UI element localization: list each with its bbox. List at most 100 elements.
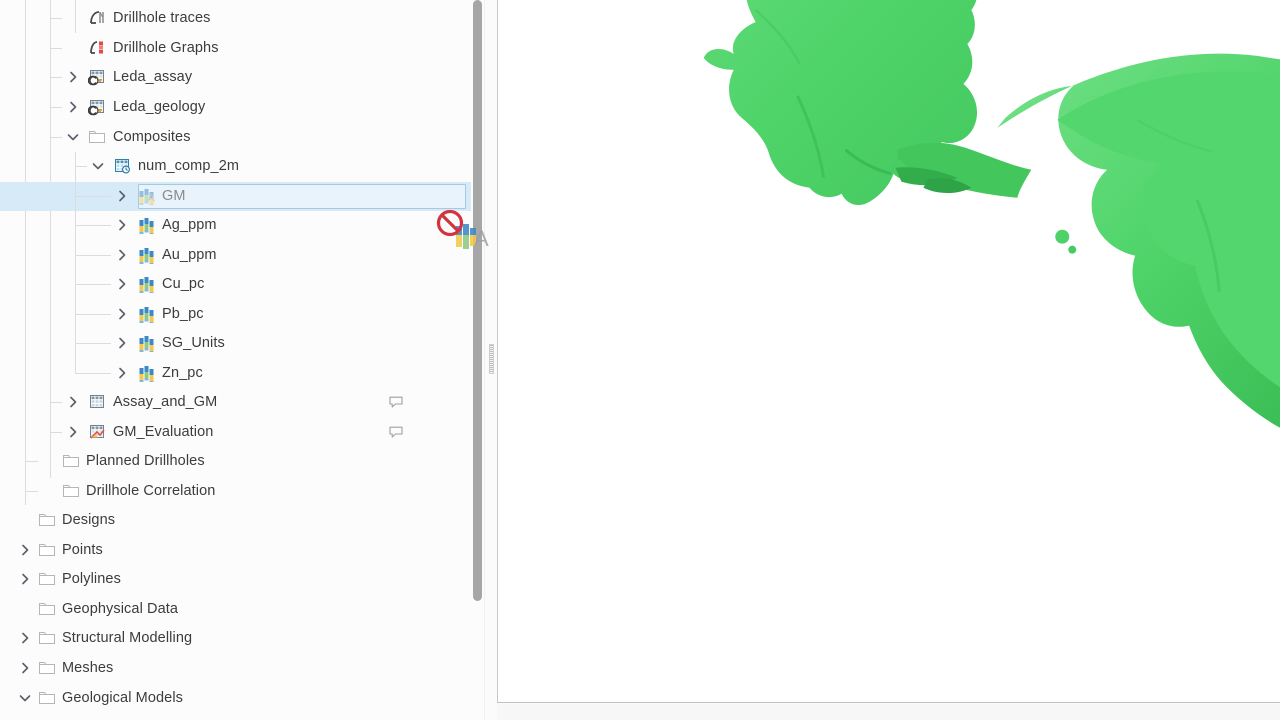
tree-node-label: GM_Evaluation	[113, 424, 214, 440]
tree-node-composites[interactable]: Composites	[0, 123, 472, 152]
chevron-right-icon[interactable]	[113, 364, 131, 382]
tree-node-label: Ag_ppm	[162, 217, 217, 233]
tree-node-au-ppm[interactable]: Au_ppm	[0, 241, 472, 270]
chevron-down-icon[interactable]	[16, 689, 34, 707]
tree-node-planned-drillholes[interactable]: Planned Drillholes	[0, 447, 472, 476]
chevron-right-icon[interactable]	[113, 305, 131, 323]
project-tree-panel: Drillhole traces Drillhole Graphs Leda_ass…	[0, 0, 484, 720]
tree-node-label: Drillhole Correlation	[86, 483, 216, 499]
chevron-right-icon[interactable]	[113, 246, 131, 264]
column-numeric-icon	[137, 216, 157, 234]
tree-branch-connector	[50, 137, 62, 138]
tree-node-label: Assay_and_GM	[113, 394, 218, 410]
tree-node-sg-units[interactable]: SG_Units	[0, 329, 472, 358]
folder-icon	[38, 511, 58, 529]
tree-node-label: num_comp_2m	[138, 158, 240, 174]
tree-node-label: Geological Models	[62, 690, 183, 706]
chevron-right-icon[interactable]	[16, 541, 34, 559]
folder-icon	[38, 541, 58, 559]
tree-node-leda-assay[interactable]: Leda_assay	[0, 63, 472, 92]
tree-node-cu-pc[interactable]: Cu_pc	[0, 270, 472, 299]
tree-node-label: Leda_geology	[113, 99, 206, 115]
tree-branch-connector	[50, 48, 62, 49]
chevron-right-icon[interactable]	[113, 334, 131, 352]
tree-branch-connector	[25, 461, 38, 462]
chevron-right-icon[interactable]	[113, 216, 131, 234]
tree-branch-connector	[50, 18, 62, 19]
folder-icon	[88, 128, 108, 146]
chevron-right-icon[interactable]	[16, 659, 34, 677]
tree-node-label: Drillhole traces	[113, 10, 211, 26]
tree-node-geological-models[interactable]: Geological Models	[0, 684, 472, 713]
tree-branch-connector	[25, 491, 38, 492]
tree-node-leda-geology[interactable]: Leda_geology	[0, 93, 472, 122]
tree-node-label: Polylines	[62, 571, 121, 587]
drillhole-traces-icon	[88, 9, 108, 27]
column-numeric-icon	[137, 305, 157, 323]
tree-node-drillhole-correlation[interactable]: Drillhole Correlation	[0, 477, 472, 506]
folder-icon	[38, 659, 58, 677]
comment-bubble-icon[interactable]	[388, 424, 404, 440]
folder-icon	[38, 570, 58, 588]
tree-node-num-comp-2m[interactable]: num_comp_2m	[0, 152, 472, 181]
tree-node-label: Cu_pc	[162, 276, 205, 292]
tree-node-drillhole-graphs[interactable]: Drillhole Graphs	[0, 34, 472, 63]
tree-node-drillhole-traces[interactable]: Drillhole traces	[0, 4, 472, 33]
chevron-right-icon[interactable]	[113, 187, 131, 205]
tree-node-points[interactable]: Points	[0, 536, 472, 565]
tree-node-label: Designs	[62, 512, 116, 528]
chevron-down-icon[interactable]	[64, 128, 82, 146]
chevron-down-icon[interactable]	[89, 157, 107, 175]
tree-scrollbar-thumb[interactable]	[473, 0, 482, 601]
tree-vertical-scrollbar[interactable]	[471, 0, 484, 720]
chevron-right-icon[interactable]	[64, 68, 82, 86]
folder-icon	[38, 689, 58, 707]
column-numeric-icon	[137, 275, 157, 293]
column-numeric-icon	[137, 246, 157, 264]
tree-node-label: SG_Units	[162, 335, 225, 351]
folder-icon	[38, 629, 58, 647]
folder-icon	[38, 600, 58, 618]
tree-node-polylines[interactable]: Polylines	[0, 565, 472, 594]
panel-splitter[interactable]	[484, 0, 497, 720]
tree-node-gm-evaluation[interactable]: GM_Evaluation	[0, 418, 472, 447]
chevron-right-icon[interactable]	[64, 98, 82, 116]
project-tree-scroll-area[interactable]: Drillhole traces Drillhole Graphs Leda_ass…	[0, 0, 472, 720]
tree-node-label: Zn_pc	[162, 365, 203, 381]
table-assay-icon	[88, 68, 108, 86]
tree-node-assay-and-gm[interactable]: Assay_and_GM	[0, 388, 472, 417]
tree-node-structural-modelling[interactable]: Structural Modelling	[0, 624, 472, 653]
tree-node-pb-pc[interactable]: Pb_pc	[0, 300, 472, 329]
tree-node-label: Composites	[113, 129, 191, 145]
splitter-grip-handle[interactable]	[489, 344, 494, 374]
chevron-right-icon[interactable]	[16, 629, 34, 647]
table-assay-icon	[88, 98, 108, 116]
viewport-bottom-strip	[497, 704, 1280, 720]
tree-node-meshes[interactable]: Meshes	[0, 654, 472, 683]
tree-branch-connector	[75, 373, 111, 374]
chevron-right-icon[interactable]	[113, 275, 131, 293]
tree-node-designs[interactable]: Designs	[0, 506, 472, 535]
geological-model-mesh[interactable]	[498, 0, 1280, 702]
tree-branch-connector	[75, 196, 111, 197]
column-numeric-icon	[137, 364, 157, 382]
mesh-lobe-right-hilite	[1057, 71, 1280, 388]
tree-branch-connector	[50, 107, 62, 108]
folder-icon	[62, 482, 82, 500]
tree-node-label: Structural Modelling	[62, 630, 193, 646]
scene-3d-viewport[interactable]	[497, 0, 1280, 703]
comment-bubble-icon[interactable]	[388, 394, 404, 410]
chevron-right-icon[interactable]	[64, 423, 82, 441]
tree-node-label: Drillhole Graphs	[113, 40, 219, 56]
chevron-right-icon[interactable]	[64, 393, 82, 411]
tree-branch-connector	[75, 314, 111, 315]
tree-branch-connector	[75, 166, 87, 167]
tree-node-label: Planned Drillholes	[86, 453, 205, 469]
chevron-right-icon[interactable]	[16, 570, 34, 588]
tree-node-zn-pc[interactable]: Zn_pc	[0, 359, 472, 388]
tree-node-geophysical-data[interactable]: Geophysical Data	[0, 595, 472, 624]
tree-branch-connector	[75, 343, 111, 344]
tree-branch-connector	[75, 225, 111, 226]
tree-node-ag-ppm[interactable]: Ag_ppm	[0, 211, 472, 240]
tree-branch-connector	[75, 255, 111, 256]
